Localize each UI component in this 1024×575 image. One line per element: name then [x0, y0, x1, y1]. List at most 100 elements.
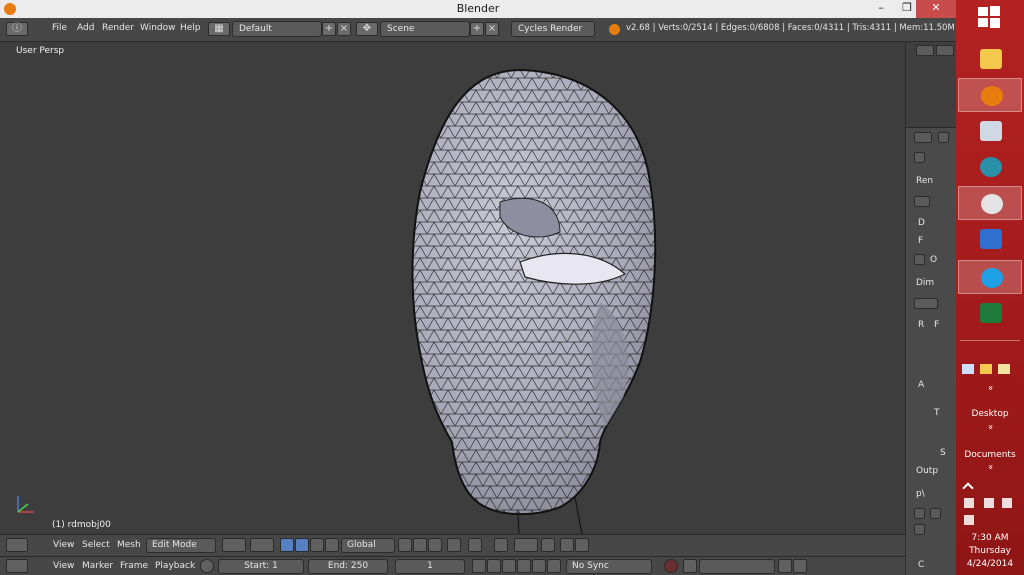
snap-element-icon[interactable]	[541, 538, 555, 552]
remove-scene-icon[interactable]: ×	[485, 22, 499, 36]
render-icon[interactable]	[560, 538, 574, 552]
dimensions-section-label[interactable]: Dim	[916, 278, 934, 288]
render-animation-icon[interactable]	[575, 538, 589, 552]
display-icon[interactable]	[964, 515, 974, 525]
record-icon[interactable]	[664, 559, 678, 573]
timeline-marker-menu[interactable]: Marker	[82, 561, 113, 571]
outliner-editor-icon[interactable]	[916, 45, 934, 56]
taskbar-paint[interactable]	[958, 186, 1022, 220]
taskbar-blender[interactable]	[958, 78, 1022, 112]
option-checkbox[interactable]	[914, 254, 925, 265]
menu-mesh[interactable]: Mesh	[117, 540, 141, 550]
remove-layout-icon[interactable]: ×	[337, 22, 351, 36]
taskbar-media-app[interactable]	[958, 150, 1022, 184]
next-keyframe-icon[interactable]	[532, 559, 546, 573]
minimize-button[interactable]: –	[868, 0, 894, 18]
taskbar-internet-explorer[interactable]	[958, 260, 1022, 294]
menu-file[interactable]: File	[52, 23, 67, 33]
menu-window[interactable]: Window	[140, 23, 176, 33]
sync-mode-selector[interactable]: No Sync	[566, 559, 652, 574]
scene-icon[interactable]: ✥	[356, 22, 378, 36]
editor-type-timeline-icon[interactable]	[6, 559, 28, 573]
show-hidden-icons[interactable]	[962, 482, 974, 494]
manipulator-toggle-icon[interactable]	[280, 538, 294, 552]
mode-selector[interactable]: Edit Mode	[146, 538, 216, 553]
timeline-playback-menu[interactable]: Playback	[155, 561, 195, 571]
play-icon[interactable]	[517, 559, 531, 573]
output-path-field[interactable]: p\	[916, 489, 925, 499]
output-checkbox-3[interactable]	[914, 524, 925, 535]
outliner-view-icon[interactable]	[936, 45, 954, 56]
scale-icon[interactable]	[325, 538, 339, 552]
add-layout-icon[interactable]: +	[322, 22, 336, 36]
pivot-point-icon[interactable]	[250, 538, 274, 552]
taskbar-excel[interactable]	[958, 296, 1022, 330]
clock-time[interactable]: 7:30 AM	[956, 533, 1024, 543]
folder-icon	[980, 49, 1002, 69]
current-frame-field[interactable]: 1	[395, 559, 465, 574]
output-section-label[interactable]: Outp	[916, 466, 938, 476]
power-icon[interactable]	[1002, 498, 1012, 508]
preview-range-icon[interactable]	[200, 559, 214, 573]
pin-icon[interactable]	[914, 152, 925, 163]
preset-icon[interactable]	[914, 298, 938, 309]
taskbar-remote-desktop[interactable]	[958, 114, 1022, 148]
volume-icon[interactable]	[984, 498, 994, 508]
scene-combo[interactable]: Scene	[380, 21, 470, 37]
files-small-icon[interactable]	[998, 364, 1010, 374]
menu-view[interactable]: View	[53, 540, 74, 550]
3d-viewport[interactable]: User Persp (1) rdmobj00	[0, 42, 905, 534]
rotate-icon[interactable]	[310, 538, 324, 552]
keying-set-icon[interactable]	[683, 559, 697, 573]
viewport-shading-icon[interactable]	[222, 538, 246, 552]
jump-start-icon[interactable]	[472, 559, 486, 573]
jump-end-icon[interactable]	[547, 559, 561, 573]
proportional-falloff-icon[interactable]	[494, 538, 508, 552]
editor-type-icon[interactable]: ⓘ	[6, 22, 28, 36]
sampling-section-label[interactable]: S	[940, 448, 946, 458]
timeline-view-menu[interactable]: View	[53, 561, 74, 571]
close-button[interactable]: ✕	[916, 0, 956, 18]
layout-icon[interactable]: ▦	[208, 22, 230, 36]
render-still-icon[interactable]	[914, 196, 930, 207]
clock-day[interactable]: Thursday	[956, 546, 1024, 556]
insert-keyframe-icon[interactable]	[778, 559, 792, 573]
add-scene-icon[interactable]: +	[470, 22, 484, 36]
proportional-edit-icon[interactable]	[468, 538, 482, 552]
menu-select[interactable]: Select	[82, 540, 110, 550]
orientation-selector[interactable]: Global	[341, 538, 395, 553]
vertex-select-icon[interactable]	[398, 538, 412, 552]
limit-selection-icon[interactable]	[447, 538, 461, 552]
toolbar-expand-3[interactable]: »	[985, 433, 995, 501]
properties-editor-icon[interactable]	[914, 132, 932, 143]
menu-add[interactable]: Add	[77, 23, 94, 33]
head-mesh[interactable]	[0, 42, 905, 534]
play-reverse-icon[interactable]	[502, 559, 516, 573]
start-button[interactable]	[976, 4, 1002, 30]
render-section-label[interactable]: Ren	[916, 176, 933, 186]
snap-toggle-icon[interactable]	[514, 538, 538, 552]
render-engine-combo[interactable]: Cycles Render	[511, 21, 595, 37]
menu-render[interactable]: Render	[102, 23, 134, 33]
flag-icon[interactable]	[964, 498, 974, 508]
delete-keyframe-icon[interactable]	[793, 559, 807, 573]
translate-icon[interactable]	[295, 538, 309, 552]
edge-select-icon[interactable]	[413, 538, 427, 552]
face-select-icon[interactable]	[428, 538, 442, 552]
menu-help[interactable]: Help	[180, 23, 201, 33]
taskbar-file-explorer[interactable]	[958, 42, 1022, 76]
network-icon[interactable]	[962, 364, 974, 374]
taskbar-visual-studio[interactable]	[958, 222, 1022, 256]
internet-explorer-icon	[981, 268, 1003, 288]
layout-combo[interactable]: Default	[232, 21, 322, 37]
start-frame-field[interactable]: Start: 1	[218, 559, 304, 574]
end-frame-field[interactable]: End: 250	[308, 559, 388, 574]
output-checkbox-1[interactable]	[914, 508, 925, 519]
timeline-frame-menu[interactable]: Frame	[120, 561, 148, 571]
render-tab-icon[interactable]	[938, 132, 949, 143]
prev-keyframe-icon[interactable]	[487, 559, 501, 573]
keying-set-field[interactable]	[699, 559, 775, 574]
output-checkbox-2[interactable]	[930, 508, 941, 519]
editor-type-3d-icon[interactable]	[6, 538, 28, 552]
clock-date[interactable]: 4/24/2014	[956, 559, 1024, 569]
